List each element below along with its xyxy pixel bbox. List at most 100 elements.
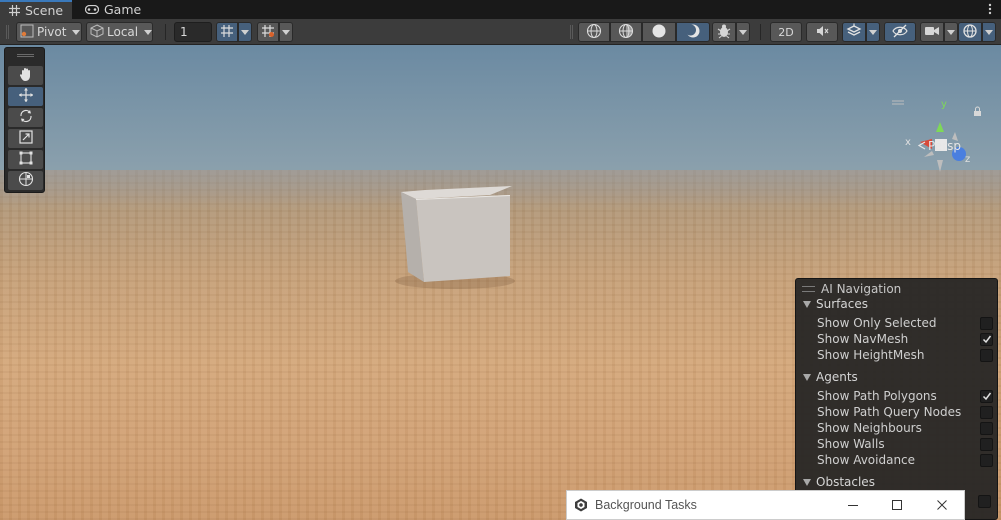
shaded-mode-button[interactable]	[642, 22, 676, 42]
scale-icon	[18, 129, 34, 148]
show-neighbours-checkbox[interactable]	[980, 421, 993, 435]
show-heightmesh-checkbox[interactable]	[980, 348, 993, 362]
speaker-muted-icon	[815, 24, 829, 41]
chevron-down-icon	[282, 29, 290, 35]
gizmo-y-label: y	[941, 99, 947, 110]
option-label: Show Path Polygons	[817, 389, 937, 403]
grid-visibility-button[interactable]	[257, 22, 279, 42]
show-only-selected-checkbox[interactable]	[980, 316, 993, 330]
checkmark-icon	[982, 335, 991, 344]
option-show-path-polygons[interactable]: Show Path Polygons	[817, 388, 993, 404]
tab-bar: Scene Game	[0, 0, 1001, 19]
foldout-triangle-icon	[803, 373, 811, 381]
option-label: Show Avoidance	[817, 453, 916, 467]
option-label: Show Path Query Nodes	[817, 405, 962, 419]
video-camera-icon	[924, 25, 940, 40]
gizmos-toggle-button[interactable]	[958, 22, 982, 42]
option-show-heightmesh[interactable]: Show HeightMesh	[817, 347, 993, 363]
checkmark-icon	[982, 392, 991, 401]
background-tasks-window[interactable]: Background Tasks	[566, 490, 965, 520]
debug-draw-mode-dropdown[interactable]	[736, 22, 750, 42]
effects-dropdown[interactable]	[866, 22, 880, 42]
camera-settings-dropdown[interactable]	[944, 22, 958, 42]
more-options-icon[interactable]	[987, 2, 993, 16]
section-surfaces[interactable]: Surfaces	[803, 297, 868, 311]
toolbar-separator	[165, 24, 166, 40]
chevron-down-icon	[241, 29, 249, 35]
local-dropdown[interactable]: Local	[86, 22, 153, 42]
show-walls-checkbox[interactable]	[980, 437, 993, 451]
show-navmesh-checkbox[interactable]	[980, 332, 993, 346]
scene-visibility-button[interactable]	[884, 22, 916, 42]
wireframe-sphere-icon	[586, 23, 602, 42]
toolbar-grip	[570, 25, 573, 39]
close-button[interactable]	[932, 495, 952, 515]
grid-snap-icon	[220, 24, 234, 41]
local-label: Local	[107, 25, 139, 39]
grid-visibility-dropdown[interactable]	[279, 22, 293, 42]
option-show-navmesh[interactable]: Show NavMesh	[817, 331, 993, 347]
show-avoidance-checkbox[interactable]	[980, 453, 993, 467]
rotate-icon	[18, 108, 34, 127]
persp-label: Persp	[928, 139, 961, 153]
option-label: Show Walls	[817, 437, 885, 451]
tab-game[interactable]: Game	[76, 0, 146, 19]
unlit-mode-button[interactable]	[676, 22, 710, 42]
hand-tool-button[interactable]	[8, 66, 43, 85]
effects-toggle-button[interactable]	[842, 22, 866, 42]
option-show-walls[interactable]: Show Walls	[817, 436, 993, 452]
grid-snapping-dropdown[interactable]	[238, 22, 252, 42]
ai-navigation-header[interactable]: AI Navigation	[802, 282, 901, 296]
chevron-down-icon	[985, 29, 993, 35]
scale-tool-button[interactable]	[8, 129, 43, 148]
move-tool-button[interactable]	[8, 87, 43, 106]
audio-toggle-button[interactable]	[806, 22, 838, 42]
transform-tool-button[interactable]	[8, 171, 43, 190]
shaded-wireframe-mode-button[interactable]	[610, 22, 642, 42]
close-icon	[937, 500, 947, 510]
gizmo-z-label: z	[965, 154, 971, 165]
tools-overlay-handle[interactable]	[17, 54, 34, 57]
perspective-chevron-icon	[917, 139, 926, 153]
chevron-down-icon	[72, 29, 81, 35]
debug-draw-mode-button[interactable]	[712, 22, 736, 42]
camera-settings-button[interactable]	[920, 22, 944, 42]
rect-tool-button[interactable]	[8, 150, 43, 169]
snap-increment-field[interactable]: 1	[174, 22, 212, 42]
foldout-triangle-icon	[803, 478, 811, 486]
section-obstacles-label: Obstacles	[816, 475, 875, 489]
option-show-neighbours[interactable]: Show Neighbours	[817, 420, 993, 436]
move-arrows-icon	[18, 87, 34, 106]
option-show-path-query-nodes[interactable]: Show Path Query Nodes	[817, 404, 993, 420]
scene-toolbar: Pivot Local 1 2D	[0, 19, 1001, 45]
obstacles-checkbox[interactable]	[978, 495, 991, 508]
minimize-button[interactable]	[843, 495, 863, 515]
rotate-tool-button[interactable]	[8, 108, 43, 127]
section-obstacles[interactable]: Obstacles	[803, 475, 875, 489]
gizmo-x-label: x	[905, 137, 911, 148]
grid-visibility-icon	[261, 24, 275, 41]
wireframe-mode-button[interactable]	[578, 22, 610, 42]
2d-toggle-button[interactable]: 2D	[770, 22, 802, 42]
pivot-dropdown[interactable]: Pivot	[16, 22, 82, 42]
tab-scene[interactable]: Scene	[0, 0, 72, 19]
grid-snapping-button[interactable]	[216, 22, 238, 42]
y-axis-cone	[936, 122, 944, 132]
pivot-label: Pivot	[37, 25, 67, 39]
show-path-query-nodes-checkbox[interactable]	[980, 405, 993, 419]
rect-transform-icon	[18, 150, 34, 169]
option-show-only-selected[interactable]: Show Only Selected	[817, 315, 993, 331]
foldout-triangle-icon	[803, 300, 811, 308]
maximize-button[interactable]	[887, 495, 907, 515]
gizmo-globe-icon	[962, 23, 978, 42]
option-show-avoidance[interactable]: Show Avoidance	[817, 452, 993, 468]
tab-game-label: Game	[104, 2, 142, 17]
chevron-down-icon	[739, 29, 747, 35]
section-agents[interactable]: Agents	[803, 370, 858, 384]
show-path-polygons-checkbox[interactable]	[980, 389, 993, 403]
projection-toggle[interactable]: Persp	[917, 139, 961, 153]
gizmos-dropdown[interactable]	[982, 22, 996, 42]
hand-icon	[18, 66, 34, 85]
option-label: Show Only Selected	[817, 316, 937, 330]
chevron-down-icon	[947, 29, 955, 35]
